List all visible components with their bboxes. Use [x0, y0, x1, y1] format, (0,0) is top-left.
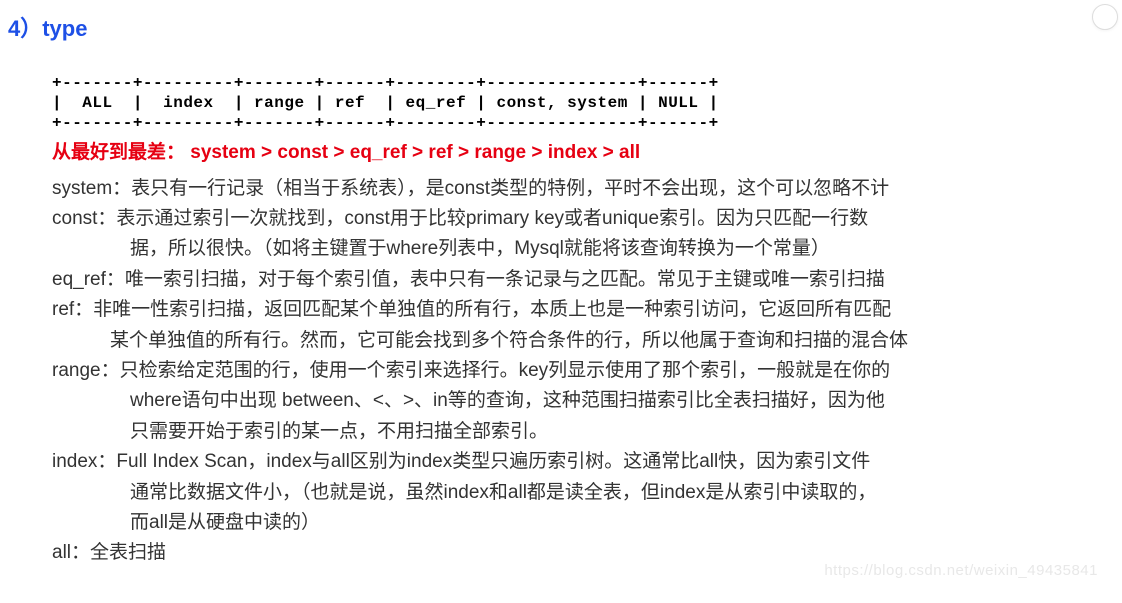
def-range-line1: range：只检索给定范围的行，使用一个索引来选择行。key列显示使用了那个索引…: [52, 360, 890, 381]
def-const-line1: const：表示通过索引一次就找到，const用于比较primary key或者…: [52, 208, 868, 229]
def-const-line2: 据，所以很快。（如将主键置于where列表中，Mysql就能将该查询转换为一个常…: [52, 234, 1102, 264]
expand-icon[interactable]: [1092, 4, 1118, 30]
ascii-middle: | ALL | index | range | ref | eq_ref | c…: [52, 94, 719, 112]
def-ref-line1: ref：非唯一性索引扫描，返回匹配某个单独值的所有行，本质上也是一种索引访问，它…: [52, 299, 891, 320]
def-range-line2: where语句中出现 between、<、>、in等的查询，这种范围扫描索引比全…: [52, 386, 1102, 416]
def-index-line3: 而all是从硬盘中读的）: [52, 508, 1102, 538]
def-ref-line2: 某个单独值的所有行。然而，它可能会找到多个符合条件的行，所以他属于查询和扫描的混…: [52, 326, 1102, 356]
def-ref: ref：非唯一性索引扫描，返回匹配某个单独值的所有行，本质上也是一种索引访问，它…: [52, 295, 1102, 356]
def-index-line2: 通常比数据文件小，（也就是说，虽然index和all都是读全表，但index是从…: [52, 478, 1102, 508]
def-index-line1: index：Full Index Scan，index与all区别为index类…: [52, 451, 870, 472]
def-eq-ref: eq_ref：唯一索引扫描，对于每个索引值，表中只有一条记录与之匹配。常见于主键…: [52, 265, 1102, 295]
definitions-list: system：表只有一行记录（相当于系统表），是const类型的特例，平时不会出…: [52, 174, 1102, 569]
def-system: system：表只有一行记录（相当于系统表），是const类型的特例，平时不会出…: [52, 174, 1102, 204]
section-heading: 4）type: [8, 10, 1102, 47]
ranking-caption: 从最好到最差： system > const > eq_ref > ref > …: [52, 137, 1102, 169]
watermark-text: https://blog.csdn.net/weixin_49435841: [824, 558, 1098, 584]
def-index: index：Full Index Scan，index与all区别为index类…: [52, 447, 1102, 538]
def-range: range：只检索给定范围的行，使用一个索引来选择行。key列显示使用了那个索引…: [52, 356, 1102, 447]
ascii-top: +-------+---------+-------+------+------…: [52, 74, 719, 92]
def-range-line3: 只需要开始于索引的某一点，不用扫描全部索引。: [52, 417, 1102, 447]
ascii-table: +-------+---------+-------+------+------…: [52, 53, 1102, 133]
ascii-bottom: +-------+---------+-------+------+------…: [52, 114, 719, 132]
def-const: const：表示通过索引一次就找到，const用于比较primary key或者…: [52, 204, 1102, 265]
